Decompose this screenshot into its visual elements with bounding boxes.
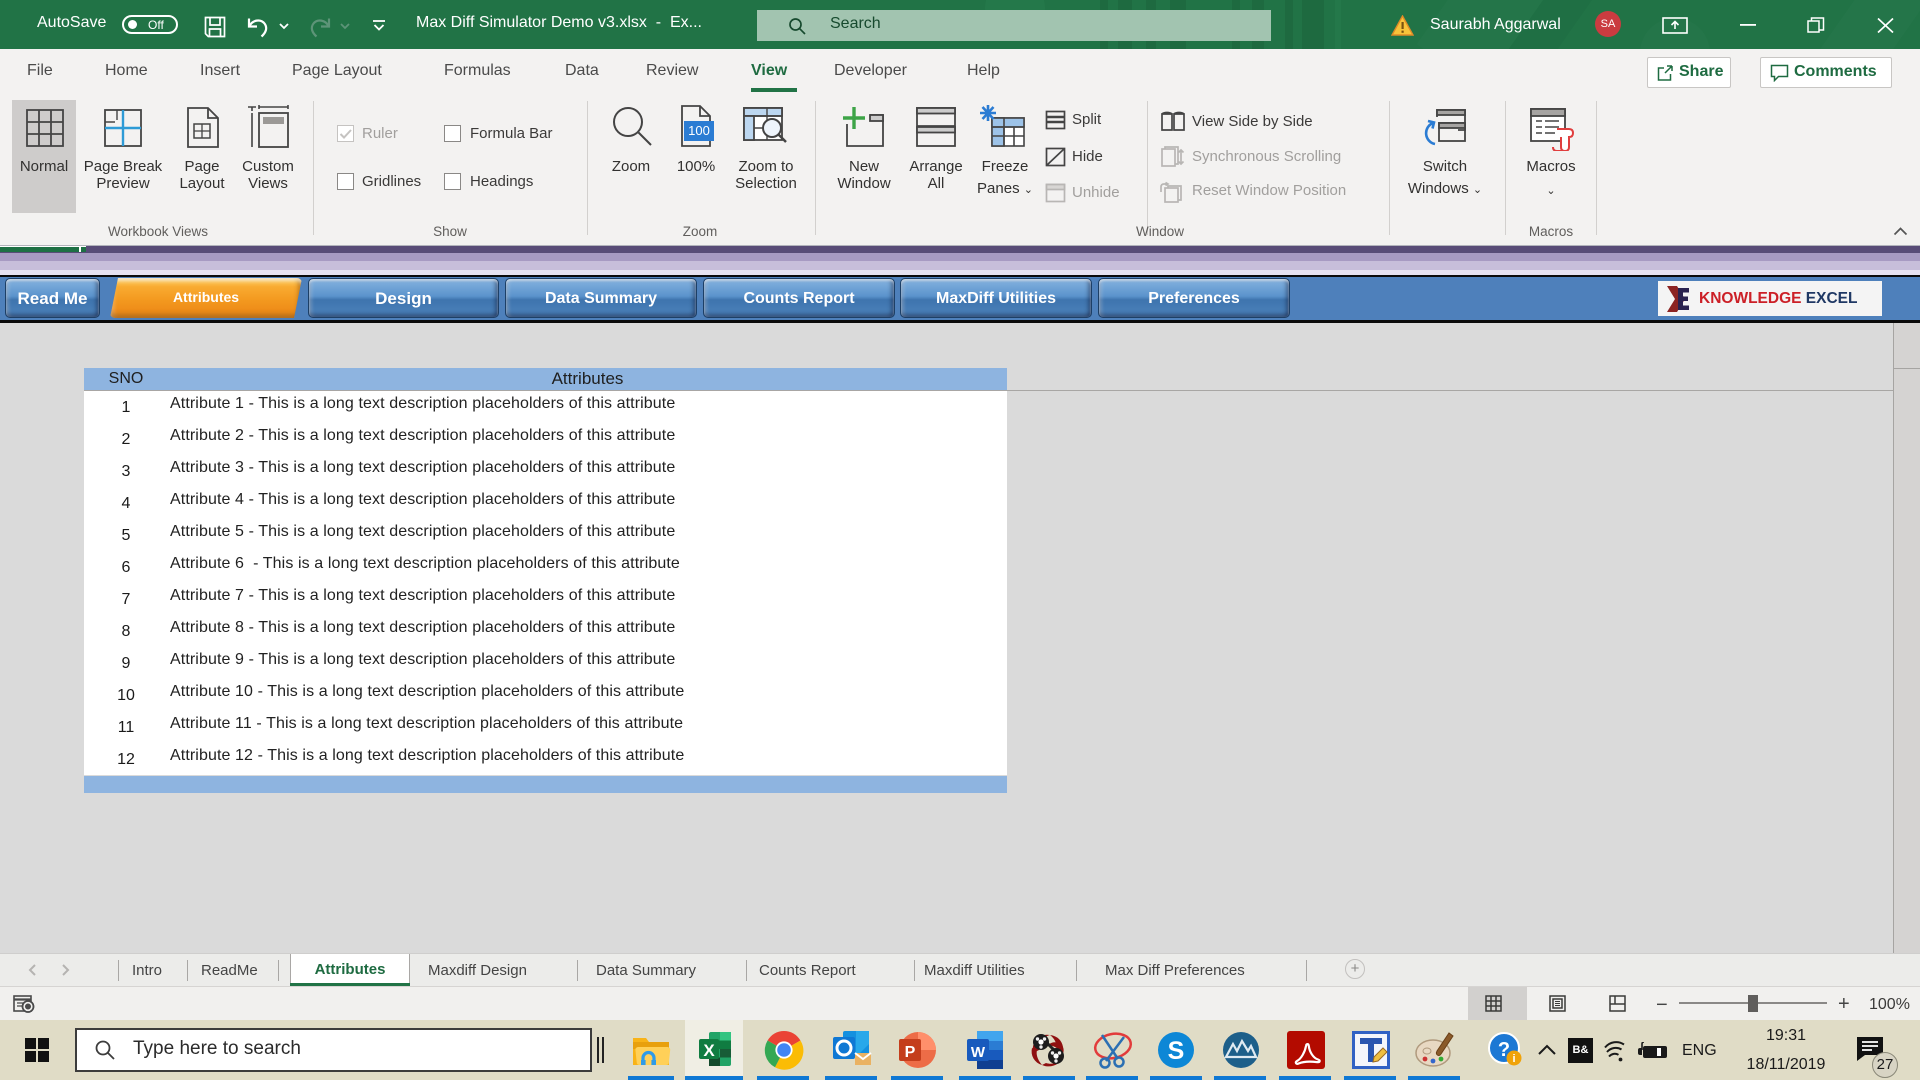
svg-text:P: P [905, 1044, 916, 1061]
svg-text:X: X [703, 1041, 715, 1060]
svg-text:S: S [1168, 1037, 1185, 1065]
svg-text:i: i [1512, 1053, 1515, 1065]
svg-text:W: W [971, 1044, 986, 1061]
